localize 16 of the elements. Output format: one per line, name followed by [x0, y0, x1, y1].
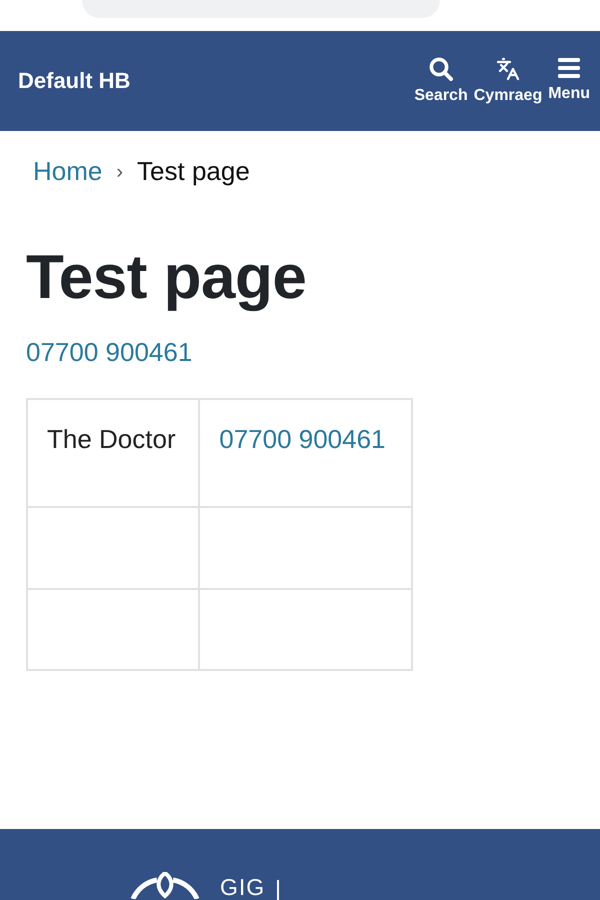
breadcrumb-link[interactable]: Home	[33, 156, 102, 188]
phone-link[interactable]: 07700 900461	[26, 337, 192, 368]
cell-text: The Doctor	[47, 424, 176, 454]
phone-link[interactable]: 07700 900461	[219, 424, 386, 454]
breadcrumb-separator: ›	[116, 160, 124, 184]
site-title: Default HB	[18, 68, 130, 94]
menu-icon	[557, 56, 582, 79]
search-icon	[429, 56, 454, 81]
language-button[interactable]: Cymraeg	[474, 56, 542, 106]
page-title: Test page	[26, 247, 308, 310]
search-button[interactable]: Search	[414, 56, 468, 106]
translate-icon	[496, 56, 520, 81]
logo-text: GIG	[220, 876, 266, 899]
menu-button[interactable]: Menu	[548, 56, 590, 104]
breadcrumb-current: Test page	[137, 156, 250, 188]
logo-emblem-icon	[130, 872, 200, 899]
